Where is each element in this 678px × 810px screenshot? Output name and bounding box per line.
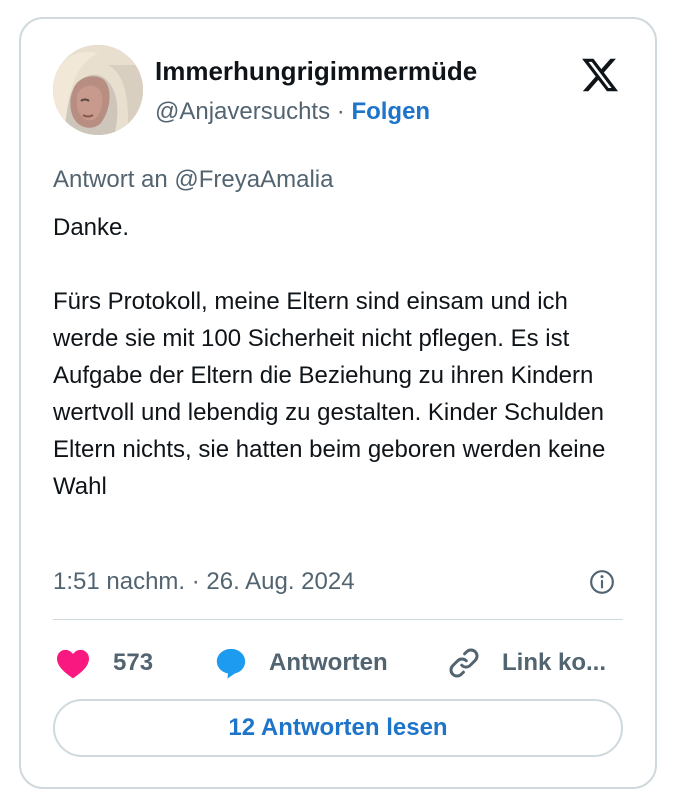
tweet-paragraph: Fürs Protokoll, meine Eltern sind einsam… [53, 288, 606, 500]
copy-link-label: Link ko... [502, 649, 607, 676]
author-handle[interactable]: @Anjaversuchts [155, 98, 330, 125]
tweet-timestamp[interactable]: 1:51 nachm. · 26. Aug. 2024 [53, 567, 355, 597]
read-replies-button[interactable]: 12 Antworten lesen [53, 699, 623, 757]
follow-button[interactable]: Folgen [351, 98, 430, 125]
tweet-actions: 573 Antworten Link ko... [53, 641, 623, 685]
copy-link-button[interactable]: Link ko... [446, 641, 606, 685]
avatar-photo-icon [53, 45, 143, 135]
author-display-name[interactable]: Immerhungrigimmermüde [155, 55, 477, 87]
link-icon [449, 648, 479, 678]
info-icon[interactable] [589, 569, 615, 595]
tweet-text: Danke. Fürs Protokoll, meine Eltern sind… [53, 209, 633, 505]
divider [53, 619, 623, 620]
author-avatar[interactable] [53, 45, 143, 135]
like-button[interactable]: 573 [55, 641, 153, 685]
x-logo-icon[interactable] [579, 55, 621, 95]
reply-to-mention[interactable]: @FreyaAmalia [174, 166, 333, 193]
reply-button[interactable]: Antworten [213, 641, 388, 685]
like-count: 573 [113, 649, 154, 676]
tweet-paragraph: Danke. [53, 214, 130, 241]
tweet-embed-card: Immerhungrigimmermüde @Anjaversuchts · F… [19, 17, 657, 789]
reply-context: Antwort an @FreyaAmalia [53, 165, 333, 195]
meta-separator: · [330, 98, 352, 125]
reply-label: Antworten [269, 649, 388, 676]
heart-icon [57, 649, 89, 679]
reply-prefix: Antwort an [53, 166, 175, 193]
author-meta: @Anjaversuchts · Folgen [155, 97, 430, 127]
reply-bubble-icon [216, 648, 246, 679]
